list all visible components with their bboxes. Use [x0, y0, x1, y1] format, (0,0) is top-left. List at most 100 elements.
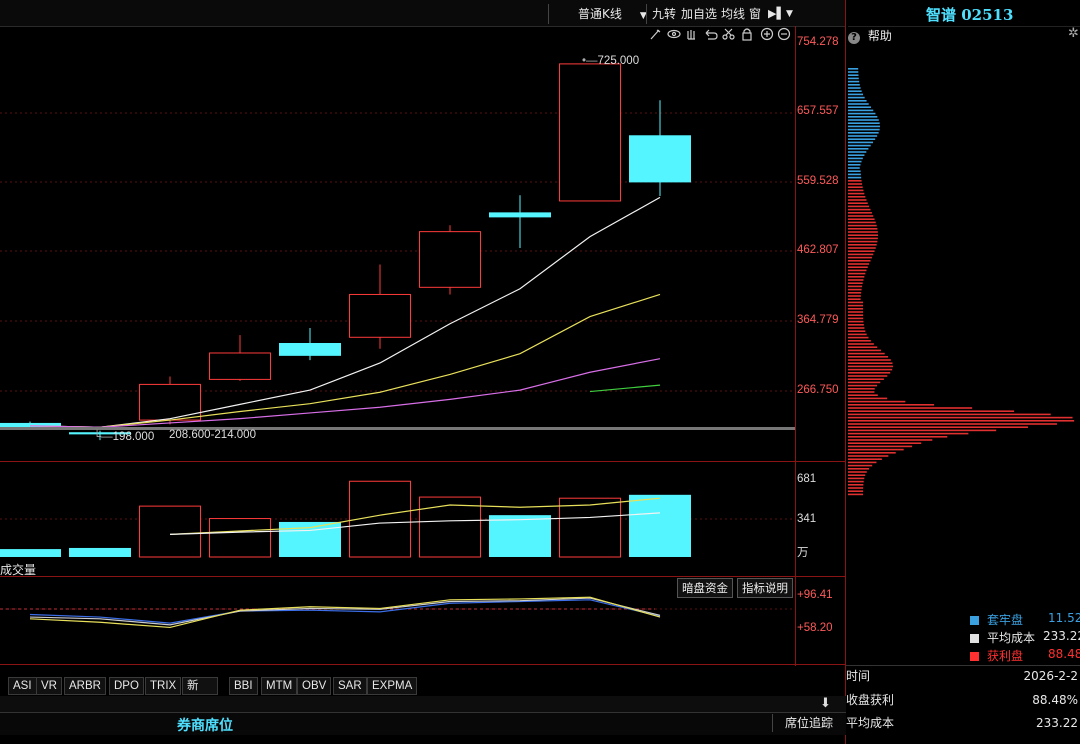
chip-bar	[848, 116, 878, 118]
chip-bar	[848, 292, 862, 294]
tab-expma[interactable]: EXPMA	[367, 677, 418, 695]
chip-bar	[848, 183, 863, 185]
chip-bar	[848, 144, 871, 147]
chip-bar	[848, 148, 869, 150]
chip-bar	[848, 77, 859, 80]
tab-mtm[interactable]: MTM	[261, 677, 298, 695]
chip-bar	[848, 112, 876, 115]
info-label: 平均成本	[846, 716, 895, 730]
chip-bar	[848, 93, 864, 96]
tab-arbr[interactable]: ARBR	[64, 677, 106, 695]
chip-bar	[848, 471, 867, 473]
dark-funds-button[interactable]: 暗盘资金	[677, 578, 733, 598]
legend-swatch	[970, 652, 979, 661]
chip-bar	[848, 141, 873, 144]
panel-divider	[0, 461, 846, 462]
chip-bar	[848, 442, 922, 444]
gear-icon[interactable]: ✲	[1068, 26, 1079, 41]
tab-trix[interactable]: TRIX	[145, 677, 182, 695]
price-baseline	[0, 427, 795, 430]
chip-bar	[848, 368, 893, 371]
broker-seats-title: 券商席位	[177, 718, 233, 734]
legend-value: 11.52%	[1048, 611, 1080, 625]
tab-sar[interactable]: SAR	[333, 677, 367, 695]
volume-tick: 341	[797, 513, 817, 525]
legend-value: 88.48%	[1048, 647, 1080, 661]
high-annotation: •—725.000	[582, 55, 639, 67]
chip-bar	[848, 151, 867, 153]
chip-bar	[848, 228, 878, 230]
chip-bar	[848, 410, 1015, 412]
candles	[0, 63, 691, 441]
chip-bar	[848, 282, 863, 284]
chip-bar	[848, 199, 867, 201]
chip-bar	[848, 346, 878, 348]
chip-bar	[848, 397, 888, 400]
chip-bar	[848, 477, 865, 480]
download-icon[interactable]: ⬇	[820, 696, 831, 711]
chip-bar	[848, 448, 904, 451]
chip-bar	[848, 394, 878, 396]
chip-bar	[848, 317, 864, 320]
tab-obv[interactable]: OBV	[297, 677, 332, 695]
chip-bar	[848, 132, 879, 134]
chip-bar	[848, 333, 867, 336]
tab-dpo[interactable]: DPO	[109, 677, 144, 695]
price-tick: 657.557	[797, 105, 839, 117]
chip-bar	[848, 186, 863, 188]
chip-bar	[848, 362, 893, 364]
chip-bar	[848, 336, 869, 339]
chip-bar	[848, 80, 860, 83]
arrow-left-icon: •—	[582, 55, 598, 67]
chip-bar	[848, 320, 864, 323]
chip-bar	[848, 244, 877, 246]
tab-bbi[interactable]: BBI	[229, 677, 258, 695]
help-label: 帮助	[867, 29, 892, 43]
chip-bar	[848, 221, 876, 224]
indicator-blue-line	[29, 599, 661, 624]
tab-vr[interactable]: VR	[36, 677, 62, 695]
volume-bar	[559, 497, 621, 558]
chip-bar	[848, 436, 948, 438]
chip-bar	[848, 68, 859, 70]
tab-new-dma[interactable]: 新DMA	[182, 677, 218, 708]
chip-bar	[848, 452, 896, 454]
low-annotation: └—198.000	[93, 431, 154, 443]
tab-asi[interactable]: ASI	[8, 677, 37, 695]
chip-bar	[848, 480, 864, 483]
chip-bar	[848, 420, 1075, 422]
chip-bar	[848, 272, 866, 275]
chip-bar	[848, 106, 871, 108]
legend-label: 平均成本	[987, 631, 1036, 645]
chip-bar	[848, 288, 862, 291]
chip-bar	[848, 212, 872, 214]
panel-divider	[0, 664, 846, 665]
help-button[interactable]: ? 帮助	[848, 27, 892, 44]
indicator-help-button[interactable]: 指标说明	[737, 578, 793, 598]
chip-bar	[848, 314, 864, 316]
chip-bar	[848, 378, 884, 380]
chip-bar	[848, 484, 864, 486]
legend-swatch	[970, 616, 979, 625]
chip-bar	[848, 103, 869, 105]
chip-bar	[848, 218, 875, 220]
kline-chart[interactable]	[0, 0, 846, 744]
info-close-profit: 收盘获利 88.48%	[846, 689, 1080, 711]
chip-bar	[848, 240, 878, 243]
ma-white-line	[29, 196, 661, 428]
candle-body	[629, 135, 691, 183]
chip-bar	[848, 208, 871, 211]
chip-bar	[848, 487, 864, 489]
candle-body	[559, 63, 621, 202]
chip-bar	[848, 74, 859, 76]
chip-bar	[848, 388, 875, 390]
volume-bar	[69, 547, 131, 557]
chip-bar	[848, 189, 864, 192]
info-avg-cost: 平均成本 233.22	[846, 712, 1080, 734]
info-label: 收盘获利	[846, 693, 895, 707]
ma-magenta-line	[29, 358, 661, 428]
info-time: 时间 2026-2-2	[846, 665, 1080, 687]
seat-track-button[interactable]: 席位追踪	[772, 714, 845, 732]
indicator-lines	[0, 596, 661, 629]
chip-bar	[848, 173, 861, 176]
